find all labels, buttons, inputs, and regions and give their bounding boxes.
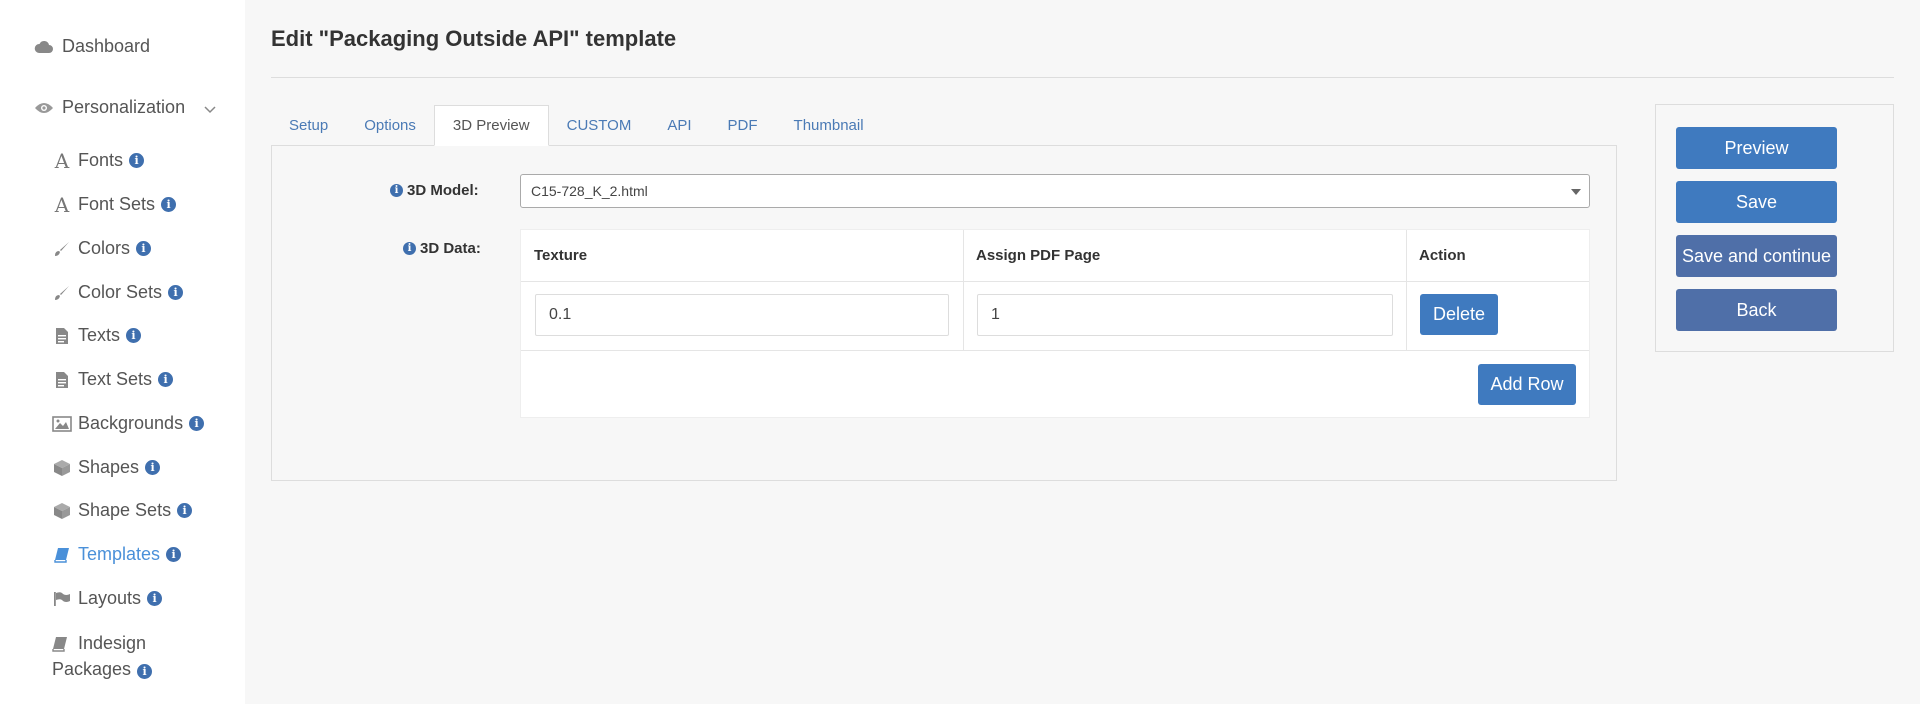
sidebar: Dashboard Personalization A Fonts i A Fo… — [0, 0, 245, 704]
info-icon[interactable]: i — [137, 664, 153, 679]
divider — [1406, 230, 1407, 350]
sidebar-item-label: Colors — [78, 238, 131, 258]
tab-setup[interactable]: Setup — [271, 105, 346, 146]
font-icon: A — [54, 148, 70, 173]
divider — [521, 281, 1589, 282]
sidebar-item-personalization[interactable]: Personalization — [34, 97, 185, 118]
sidebar-item-label: Shape Sets — [78, 500, 172, 520]
column-header-action: Action — [1419, 247, 1466, 264]
eye-icon — [34, 98, 54, 118]
sidebar-item-dashboard[interactable]: Dashboard — [34, 36, 150, 57]
sidebar-item-label: Personalization — [62, 97, 186, 117]
tab-pdf[interactable]: PDF — [710, 105, 776, 146]
info-icon[interactable]: i — [147, 591, 163, 606]
info-icon[interactable]: i — [129, 153, 145, 168]
sidebar-item-font-sets[interactable]: A Font Sets i — [52, 192, 177, 217]
sidebar-item-shapes[interactable]: Shapes i — [52, 457, 161, 478]
save-and-continue-button[interactable]: Save and continue — [1676, 235, 1837, 277]
sidebar-item-label: Text Sets — [78, 369, 153, 389]
info-icon[interactable]: i — [177, 503, 193, 518]
file-text-icon — [52, 370, 72, 390]
tab-options[interactable]: Options — [346, 105, 434, 146]
info-icon[interactable]: i — [126, 328, 142, 343]
sidebar-item-label: Dashboard — [62, 36, 151, 56]
sidebar-item-texts[interactable]: Texts i — [52, 325, 142, 346]
sidebar-item-label: Fonts — [78, 150, 124, 170]
sidebar-item-color-sets[interactable]: Color Sets i — [52, 282, 184, 303]
info-icon[interactable]: i — [189, 416, 205, 431]
cube-icon — [52, 501, 72, 521]
divider — [521, 350, 1589, 351]
texture-input[interactable]: 0.1 — [535, 294, 949, 336]
column-header-pdf-page: Assign PDF Page — [976, 247, 1101, 264]
flag-icon — [52, 589, 72, 609]
sidebar-item-label: Color Sets — [78, 282, 163, 302]
tab-custom[interactable]: CUSTOM — [549, 105, 650, 146]
info-icon[interactable]: i — [161, 197, 177, 212]
model-select[interactable]: C15-728_K_2.html — [520, 174, 1590, 208]
preview-button[interactable]: Preview — [1676, 127, 1837, 169]
chevron-down-icon[interactable] — [200, 100, 220, 120]
page-title: Edit "Packaging Outside API" template — [271, 26, 677, 51]
book-icon — [52, 636, 72, 656]
model-label: i 3D Model: — [390, 182, 479, 199]
data-table: Texture Assign PDF Page Action 0.1 1 Del… — [520, 229, 1590, 418]
info-icon[interactable]: i — [168, 285, 184, 300]
sidebar-item-templates[interactable]: Templates i — [52, 544, 182, 565]
tab-api[interactable]: API — [649, 105, 709, 146]
info-icon[interactable]: i — [158, 372, 174, 387]
cube-icon — [52, 458, 72, 478]
tab-thumbnail[interactable]: Thumbnail — [776, 105, 882, 146]
brush-icon — [52, 239, 72, 259]
model-select-value: C15-728_K_2.html — [531, 183, 648, 199]
sidebar-item-layouts[interactable]: Layouts i — [52, 588, 163, 609]
save-button[interactable]: Save — [1676, 181, 1837, 223]
actions-panel: Preview Save Save and continue Back — [1655, 104, 1894, 352]
sidebar-item-label: Templates — [78, 544, 161, 564]
info-icon[interactable]: i — [403, 242, 416, 255]
cloud-icon — [34, 37, 54, 57]
sidebar-item-label: Font Sets — [78, 194, 156, 214]
back-button[interactable]: Back — [1676, 289, 1837, 331]
image-icon — [52, 414, 72, 434]
file-text-icon — [52, 326, 72, 346]
add-row-button[interactable]: Add Row — [1478, 364, 1576, 405]
sidebar-item-label: Backgrounds — [78, 413, 184, 433]
sidebar-item-label: Shapes — [78, 457, 140, 477]
info-icon[interactable]: i — [136, 241, 152, 256]
caret-down-icon — [1571, 189, 1581, 195]
data-label: i 3D Data: — [403, 240, 481, 257]
book-icon — [52, 545, 72, 565]
sidebar-item-fonts[interactable]: A Fonts i — [52, 148, 145, 173]
sidebar-item-shape-sets[interactable]: Shape Sets i — [52, 500, 193, 521]
divider — [963, 230, 964, 350]
sidebar-item-indesign-packages[interactable]: Indesign Packages i — [52, 630, 212, 682]
tab-bar: Setup Options 3D Preview CUSTOM API PDF … — [271, 105, 882, 146]
info-icon[interactable]: i — [145, 460, 161, 475]
tab-3d-preview[interactable]: 3D Preview — [433, 105, 549, 146]
info-icon[interactable]: i — [166, 547, 182, 562]
sidebar-item-colors[interactable]: Colors i — [52, 238, 152, 259]
sidebar-item-text-sets[interactable]: Text Sets i — [52, 369, 174, 390]
sidebar-item-backgrounds[interactable]: Backgrounds i — [52, 413, 205, 434]
brush-icon — [52, 283, 72, 303]
sidebar-item-label: Layouts — [78, 588, 142, 608]
font-icon: A — [54, 192, 70, 217]
divider — [271, 77, 1894, 78]
column-header-texture: Texture — [534, 247, 588, 264]
sidebar-item-label: Texts — [78, 325, 121, 345]
info-icon[interactable]: i — [390, 184, 403, 197]
pdf-page-input[interactable]: 1 — [977, 294, 1393, 336]
delete-row-button[interactable]: Delete — [1420, 294, 1498, 335]
